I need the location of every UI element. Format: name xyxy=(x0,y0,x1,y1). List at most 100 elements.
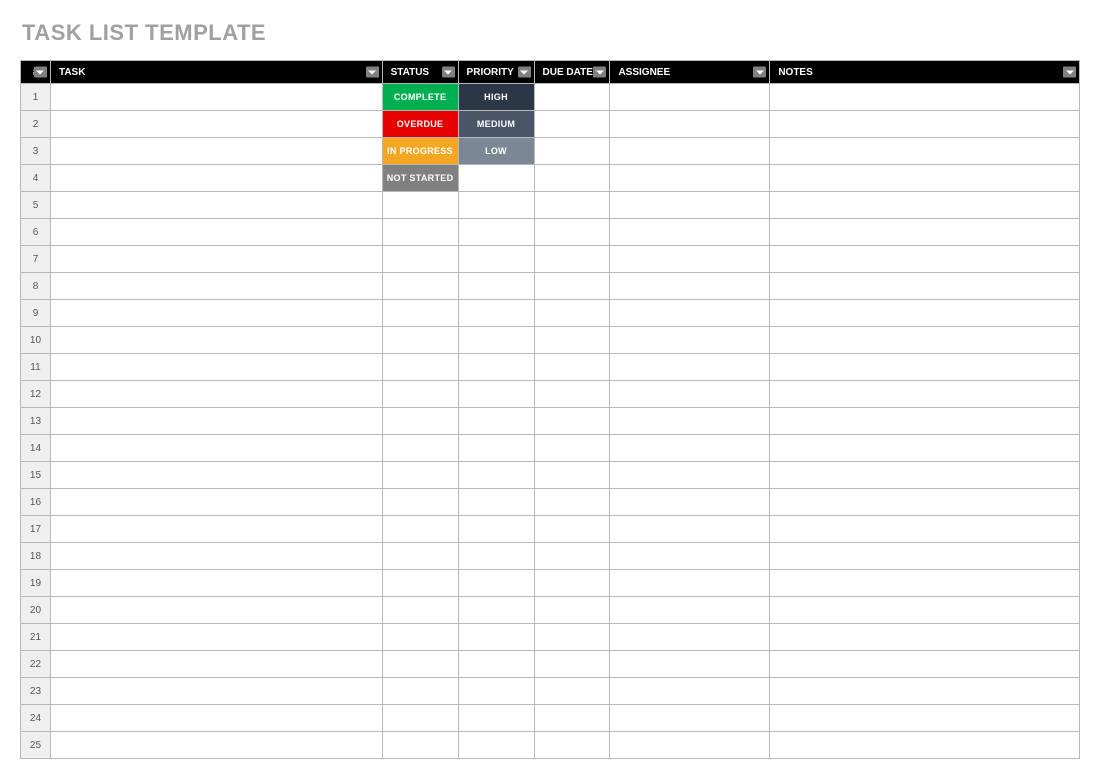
due-date-cell[interactable] xyxy=(534,327,610,354)
notes-cell[interactable] xyxy=(770,246,1080,273)
status-cell[interactable] xyxy=(382,516,458,543)
task-cell[interactable] xyxy=(50,192,382,219)
status-cell[interactable] xyxy=(382,435,458,462)
status-cell[interactable] xyxy=(382,381,458,408)
status-cell[interactable] xyxy=(382,462,458,489)
assignee-cell[interactable] xyxy=(610,138,770,165)
status-cell[interactable]: IN PROGRESS xyxy=(382,138,458,165)
task-cell[interactable] xyxy=(50,570,382,597)
due-date-cell[interactable] xyxy=(534,246,610,273)
due-date-cell[interactable] xyxy=(534,354,610,381)
filter-dropdown-icon[interactable] xyxy=(366,67,379,78)
priority-cell[interactable] xyxy=(458,543,534,570)
task-cell[interactable] xyxy=(50,462,382,489)
status-cell[interactable] xyxy=(382,192,458,219)
due-date-cell[interactable] xyxy=(534,273,610,300)
notes-cell[interactable] xyxy=(770,381,1080,408)
status-cell[interactable] xyxy=(382,732,458,759)
priority-cell[interactable] xyxy=(458,597,534,624)
notes-cell[interactable] xyxy=(770,111,1080,138)
assignee-cell[interactable] xyxy=(610,165,770,192)
status-cell[interactable] xyxy=(382,651,458,678)
status-cell[interactable] xyxy=(382,408,458,435)
task-cell[interactable] xyxy=(50,678,382,705)
priority-cell[interactable] xyxy=(458,246,534,273)
due-date-cell[interactable] xyxy=(534,408,610,435)
notes-cell[interactable] xyxy=(770,678,1080,705)
status-cell[interactable] xyxy=(382,327,458,354)
assignee-cell[interactable] xyxy=(610,489,770,516)
task-cell[interactable] xyxy=(50,84,382,111)
priority-cell[interactable]: MEDIUM xyxy=(458,111,534,138)
due-date-cell[interactable] xyxy=(534,570,610,597)
priority-cell[interactable] xyxy=(458,192,534,219)
notes-cell[interactable] xyxy=(770,138,1080,165)
due-date-cell[interactable] xyxy=(534,705,610,732)
priority-cell[interactable] xyxy=(458,516,534,543)
assignee-cell[interactable] xyxy=(610,381,770,408)
task-cell[interactable] xyxy=(50,705,382,732)
notes-cell[interactable] xyxy=(770,354,1080,381)
status-cell[interactable] xyxy=(382,219,458,246)
assignee-cell[interactable] xyxy=(610,705,770,732)
task-cell[interactable] xyxy=(50,246,382,273)
assignee-cell[interactable] xyxy=(610,732,770,759)
task-cell[interactable] xyxy=(50,165,382,192)
task-cell[interactable] xyxy=(50,489,382,516)
status-cell[interactable] xyxy=(382,246,458,273)
priority-cell[interactable] xyxy=(458,165,534,192)
priority-cell[interactable]: LOW xyxy=(458,138,534,165)
assignee-cell[interactable] xyxy=(610,624,770,651)
assignee-cell[interactable] xyxy=(610,192,770,219)
notes-cell[interactable] xyxy=(770,327,1080,354)
task-cell[interactable] xyxy=(50,300,382,327)
task-cell[interactable] xyxy=(50,354,382,381)
due-date-cell[interactable] xyxy=(534,219,610,246)
filter-dropdown-icon[interactable] xyxy=(753,67,766,78)
due-date-cell[interactable] xyxy=(534,435,610,462)
notes-cell[interactable] xyxy=(770,489,1080,516)
due-date-cell[interactable] xyxy=(534,516,610,543)
assignee-cell[interactable] xyxy=(610,570,770,597)
notes-cell[interactable] xyxy=(770,219,1080,246)
notes-cell[interactable] xyxy=(770,192,1080,219)
status-cell[interactable]: NOT STARTED xyxy=(382,165,458,192)
due-date-cell[interactable] xyxy=(534,84,610,111)
notes-cell[interactable] xyxy=(770,300,1080,327)
task-cell[interactable] xyxy=(50,651,382,678)
due-date-cell[interactable] xyxy=(534,462,610,489)
assignee-cell[interactable] xyxy=(610,300,770,327)
notes-cell[interactable] xyxy=(770,435,1080,462)
assignee-cell[interactable] xyxy=(610,327,770,354)
assignee-cell[interactable] xyxy=(610,84,770,111)
task-cell[interactable] xyxy=(50,516,382,543)
due-date-cell[interactable] xyxy=(534,651,610,678)
priority-cell[interactable] xyxy=(458,381,534,408)
notes-cell[interactable] xyxy=(770,84,1080,111)
notes-cell[interactable] xyxy=(770,651,1080,678)
priority-cell[interactable] xyxy=(458,651,534,678)
assignee-cell[interactable] xyxy=(610,111,770,138)
priority-cell[interactable]: HIGH xyxy=(458,84,534,111)
priority-cell[interactable] xyxy=(458,300,534,327)
due-date-cell[interactable] xyxy=(534,111,610,138)
assignee-cell[interactable] xyxy=(610,678,770,705)
assignee-cell[interactable] xyxy=(610,273,770,300)
priority-cell[interactable] xyxy=(458,435,534,462)
notes-cell[interactable] xyxy=(770,705,1080,732)
task-cell[interactable] xyxy=(50,138,382,165)
assignee-cell[interactable] xyxy=(610,597,770,624)
assignee-cell[interactable] xyxy=(610,462,770,489)
assignee-cell[interactable] xyxy=(610,516,770,543)
notes-cell[interactable] xyxy=(770,273,1080,300)
filter-dropdown-icon[interactable] xyxy=(442,67,455,78)
priority-cell[interactable] xyxy=(458,732,534,759)
status-cell[interactable]: OVERDUE xyxy=(382,111,458,138)
due-date-cell[interactable] xyxy=(534,489,610,516)
status-cell[interactable] xyxy=(382,300,458,327)
filter-dropdown-icon[interactable] xyxy=(518,67,531,78)
priority-cell[interactable] xyxy=(458,489,534,516)
due-date-cell[interactable] xyxy=(534,381,610,408)
due-date-cell[interactable] xyxy=(534,678,610,705)
task-cell[interactable] xyxy=(50,624,382,651)
